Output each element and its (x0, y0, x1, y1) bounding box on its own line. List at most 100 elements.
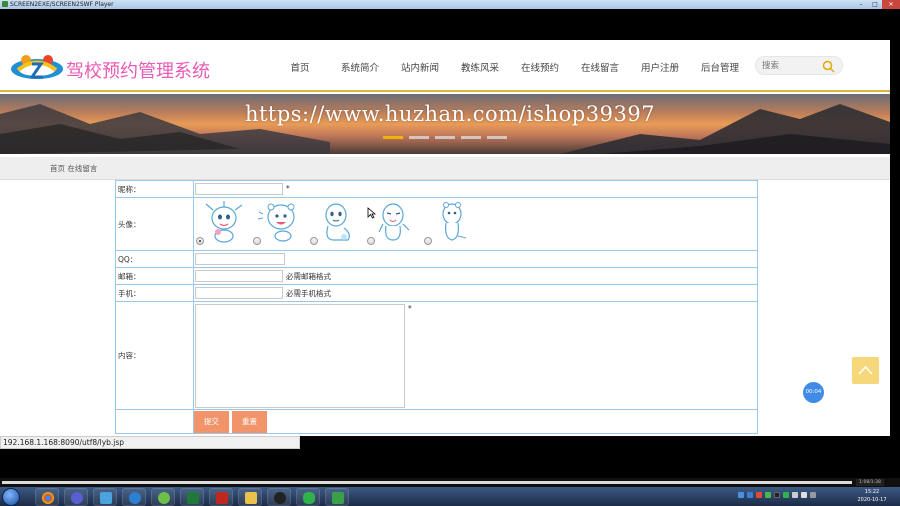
nickname-label: 昵称： (116, 181, 194, 197)
content-textarea[interactable] (195, 304, 405, 408)
content-cell: * (194, 302, 757, 409)
email-input[interactable] (195, 270, 283, 282)
avatar-option[interactable] (196, 200, 244, 250)
shield-icon[interactable] (747, 492, 753, 498)
avatar-option[interactable] (310, 200, 358, 250)
email-label: 邮箱： (116, 268, 194, 284)
avatar-radio[interactable] (367, 237, 375, 245)
nav-home[interactable]: 首页 (270, 60, 330, 74)
app-explorer[interactable] (238, 488, 262, 506)
flag-icon[interactable] (810, 492, 816, 498)
avatar-option[interactable] (424, 200, 472, 250)
tray-icon[interactable] (738, 492, 744, 498)
cartoon-avatar-icon (378, 203, 410, 241)
nav-news[interactable]: 站内新闻 (390, 60, 450, 74)
cartoon-avatar-icon (257, 203, 295, 242)
actions-label-cell (116, 410, 194, 434)
back-to-top-button[interactable] (852, 357, 879, 384)
app-media[interactable] (64, 488, 88, 506)
start-button[interactable] (2, 488, 20, 506)
content-required-mark: * (408, 304, 412, 313)
search-input[interactable] (762, 60, 822, 72)
wechat-tray-icon[interactable] (783, 492, 789, 498)
qq-tray-icon[interactable] (774, 492, 780, 498)
recorder-icon (332, 492, 344, 504)
horizontal-strip (0, 450, 900, 458)
avatar-radio[interactable] (253, 237, 261, 245)
tray-icon[interactable] (765, 492, 771, 498)
minimize-button[interactable]: – (854, 0, 868, 9)
nav-about[interactable]: 系统简介 (330, 60, 390, 74)
slide-dot[interactable] (461, 136, 481, 139)
volume-icon[interactable] (801, 492, 807, 498)
app-qq[interactable] (267, 488, 291, 506)
avatar-radio[interactable] (424, 237, 432, 245)
chrome-app[interactable] (35, 488, 59, 506)
network-icon[interactable] (792, 492, 798, 498)
app-network[interactable] (93, 488, 117, 506)
app-recorder[interactable] (325, 488, 349, 506)
nav-admin[interactable]: 后台管理 (690, 60, 750, 74)
nav-coaches[interactable]: 教练风采 (450, 60, 510, 74)
nickname-input[interactable] (195, 183, 283, 195)
breadcrumb: 首页 在线留言 (50, 164, 98, 173)
flash-icon (216, 492, 228, 504)
phone-cell: 必需手机格式 (194, 285, 757, 301)
taskbar-clock[interactable]: 15:22 2020-10-17 (852, 488, 892, 504)
app-icon (2, 1, 8, 7)
clock-date: 2020-10-17 (857, 497, 887, 503)
playback-time: 1:08/1:38 (856, 479, 884, 486)
window-title: SCREEN2EXE/SCREEN2SWF Player (10, 1, 114, 8)
network-icon (100, 492, 112, 504)
site-title: 驾校预约管理系统 (66, 61, 210, 82)
close-button[interactable]: ✕ (882, 0, 900, 9)
qq-row: QQ： (116, 251, 757, 268)
nav-register[interactable]: 用户注册 (630, 60, 690, 74)
actions-row: 提交 重置 (116, 410, 757, 434)
content-row: 内容： * (116, 302, 757, 410)
nickname-row: 昵称： * (116, 181, 757, 198)
slide-dot[interactable] (383, 136, 403, 139)
chevron-up-icon (858, 365, 873, 375)
email-cell: 必需邮箱格式 (194, 268, 757, 284)
avatar-radio[interactable] (196, 237, 204, 245)
vertical-scrollbar[interactable] (890, 40, 900, 450)
maximize-button[interactable]: □ (868, 0, 882, 9)
status-url: 192.168.1.168:8090/utf8/lyb.jsp (0, 436, 300, 449)
cartoon-avatar-icon (442, 202, 467, 241)
main-nav: 首页 系统简介 站内新闻 教练风采 在线预约 在线留言 用户注册 后台管理 (270, 60, 750, 74)
cartoon-avatar-icon (205, 201, 243, 243)
reset-button[interactable]: 重置 (232, 411, 267, 433)
submit-button[interactable]: 提交 (194, 411, 229, 433)
required-mark: * (286, 184, 290, 193)
nav-booking[interactable]: 在线预约 (510, 60, 570, 74)
app-excel[interactable] (180, 488, 204, 506)
qq-cell (194, 251, 757, 267)
app-ie[interactable] (122, 488, 146, 506)
slide-dot[interactable] (435, 136, 455, 139)
browser-icon (129, 492, 141, 504)
qq-icon (274, 492, 286, 504)
watermark-text: https://www.huzhan.com/ishop39397 (244, 102, 656, 126)
window-controls: – □ ✕ (854, 0, 900, 9)
wechat-icon (303, 492, 315, 504)
logo-icon (11, 55, 63, 79)
slide-dot[interactable] (409, 136, 429, 139)
search-icon[interactable] (822, 60, 835, 73)
avatar-option[interactable] (253, 200, 301, 250)
phone-input[interactable] (195, 287, 283, 299)
nav-messages[interactable]: 在线留言 (570, 60, 630, 74)
app-green[interactable] (151, 488, 175, 506)
avatar-radio[interactable] (310, 237, 318, 245)
chrome-icon (42, 492, 54, 504)
slide-dot[interactable] (487, 136, 507, 139)
window-titlebar: SCREEN2EXE/SCREEN2SWF Player – □ ✕ (0, 0, 900, 9)
app-flash[interactable] (209, 488, 233, 506)
mouse-cursor-icon (367, 207, 376, 219)
playback-progress-bar[interactable] (2, 481, 852, 484)
qq-input[interactable] (195, 253, 285, 265)
folder-icon (245, 492, 257, 504)
app-wechat[interactable] (296, 488, 320, 506)
hero-banner: https://www.huzhan.com/ishop39397 (0, 94, 890, 154)
tray-icon[interactable] (756, 492, 762, 498)
